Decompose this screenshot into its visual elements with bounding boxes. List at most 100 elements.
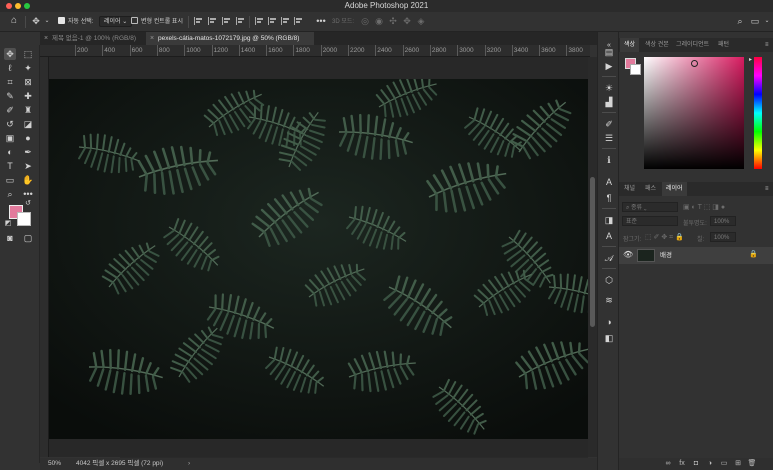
more-options-icon[interactable]: ••• [316, 16, 326, 26]
paragraph-icon[interactable]: ¶ [603, 192, 615, 204]
swap-colors-icon[interactable]: ↺ [24, 200, 32, 208]
healing-brush-tool-icon[interactable]: ✚ [22, 90, 34, 102]
minimize-window-button[interactable] [15, 3, 21, 9]
tab-paths[interactable]: 패스 [641, 182, 660, 196]
scrollbar-thumb[interactable] [590, 177, 595, 327]
hand-tool-icon[interactable]: ✋ [22, 174, 34, 186]
panel-menu-icon[interactable]: ≡ [761, 38, 773, 52]
adjustment-layer-icon[interactable]: ◑ [705, 459, 715, 469]
search-icon[interactable]: ⌕ [735, 16, 745, 26]
move-tool-icon[interactable]: ✥ [4, 48, 16, 60]
color-picker-ring[interactable] [691, 60, 698, 67]
eyedropper-tool-icon[interactable]: ✎ [4, 90, 16, 102]
quick-mask-icon[interactable]: ◙ [4, 232, 16, 244]
background-color-swatch[interactable] [630, 64, 641, 75]
blend-mode-dropdown[interactable]: 표준 [622, 216, 678, 226]
status-menu-icon[interactable]: › [188, 458, 190, 470]
tab-layers[interactable]: 레이어 [662, 182, 687, 196]
brush-settings-icon[interactable]: ✐ [603, 118, 615, 130]
pen-tool-icon[interactable]: ✒ [22, 146, 34, 158]
hue-slider-handle[interactable]: ▸ [749, 56, 752, 63]
close-tab-icon[interactable]: × [44, 32, 48, 45]
screen-mode-icon[interactable]: ▢ [22, 232, 34, 244]
transform-controls-checkbox[interactable]: 변형 컨트롤 표시 [131, 15, 183, 29]
chevron-down-icon[interactable]: ⌄ [42, 16, 52, 26]
properties-icon[interactable]: ☰ [603, 132, 615, 144]
tab-color[interactable]: 색상 [620, 38, 640, 52]
fx-icon[interactable]: fx [677, 459, 687, 469]
opacity-field[interactable]: 100% [710, 216, 736, 226]
layer-filter-dropdown[interactable]: ⌕ 종류 ⌄ [622, 202, 678, 212]
rectangle-tool-icon[interactable]: ▭ [4, 174, 16, 186]
zoom-tool-icon[interactable]: ⌕ [4, 188, 16, 200]
tab-patterns[interactable]: 패턴 [714, 38, 733, 52]
link-layers-icon[interactable]: ∞ [663, 459, 673, 469]
channels-mini-icon[interactable]: ≋ [603, 294, 615, 306]
adjustments-icon[interactable]: ☀ [603, 82, 615, 94]
character-icon[interactable]: A [603, 176, 615, 188]
path-selection-tool-icon[interactable]: ➤ [22, 160, 34, 172]
lock-icon[interactable]: 🔒 [749, 250, 759, 260]
3d-icon[interactable]: ⬡ [603, 274, 615, 286]
fill-field[interactable]: 100% [710, 232, 736, 242]
type-tool-icon[interactable]: T [4, 160, 16, 172]
layer-row-background[interactable]: 👁 배경 🔒 [619, 247, 773, 264]
align-right-icon[interactable] [222, 17, 230, 25]
add-mask-icon[interactable]: ◘ [691, 459, 701, 469]
trash-icon[interactable]: 🗑 [747, 459, 757, 469]
zoom-level[interactable]: 50% [48, 458, 61, 470]
tab-swatches[interactable]: 색상 견본 [641, 38, 673, 52]
chevron-down-icon[interactable]: ⌄ [762, 16, 772, 26]
close-window-button[interactable] [6, 3, 12, 9]
paragraph-styles-icon[interactable]: 𝒜 [603, 252, 615, 264]
workspace-icon[interactable]: ▭ [750, 16, 760, 26]
marquee-tool-icon[interactable]: ⬚ [22, 48, 34, 60]
navigator-icon[interactable]: ◧ [603, 332, 615, 344]
auto-select-target-dropdown[interactable]: 레이어 ⌄ [99, 15, 133, 29]
history-brush-tool-icon[interactable]: ↺ [4, 118, 16, 130]
clone-stamp-tool-icon[interactable]: ♜ [22, 104, 34, 116]
libraries-icon[interactable]: ◨ [603, 214, 615, 226]
vertical-scrollbar[interactable] [588, 57, 597, 457]
eraser-tool-icon[interactable]: ◪ [22, 118, 34, 130]
distribute-left-icon[interactable] [294, 17, 302, 25]
lasso-tool-icon[interactable]: ℓ [4, 62, 16, 74]
blur-tool-icon[interactable]: ● [22, 132, 34, 144]
move-tool-icon[interactable]: ✥ [31, 16, 41, 26]
frame-tool-icon[interactable]: ⊠ [22, 76, 34, 88]
actions-play-icon[interactable]: ▶ [603, 60, 615, 72]
edit-toolbar-icon[interactable]: ••• [22, 188, 34, 200]
align-top-icon[interactable] [236, 17, 244, 25]
tab-pexels-image[interactable]: × pexels-cátia-matos-1072179.jpg @ 50% (… [146, 32, 314, 45]
layer-name[interactable]: 배경 [660, 247, 672, 264]
align-left-icon[interactable] [194, 17, 202, 25]
default-colors-icon[interactable]: ◩ [4, 220, 12, 228]
distribute-middle-icon[interactable] [268, 17, 276, 25]
distribute-top-icon[interactable] [255, 17, 263, 25]
canvas[interactable] [49, 57, 588, 457]
magic-wand-tool-icon[interactable]: ✦ [22, 62, 34, 74]
new-layer-icon[interactable]: ⊞ [733, 459, 743, 469]
align-center-icon[interactable] [208, 17, 216, 25]
eye-icon[interactable]: 👁 [623, 250, 633, 260]
distribute-bottom-icon[interactable] [281, 17, 289, 25]
tab-untitled[interactable]: × 제목 없음-1 @ 100% (RGB/8) [40, 32, 146, 45]
panel-menu-icon[interactable]: ≡ [761, 182, 773, 196]
character-styles-icon[interactable]: A [603, 230, 615, 242]
glyphs-icon[interactable]: ℹ [603, 154, 615, 166]
history-icon[interactable]: ▤ [603, 46, 615, 58]
auto-select-checkbox[interactable]: 자동 선택: [58, 15, 93, 29]
gradient-tool-icon[interactable]: ▣ [4, 132, 16, 144]
crop-tool-icon[interactable]: ⌗ [4, 76, 16, 88]
tab-gradients[interactable]: 그레이디언트 [672, 38, 713, 52]
dodge-tool-icon[interactable]: ◐ [4, 146, 16, 158]
tab-channels[interactable]: 채널 [620, 182, 639, 196]
background-color-swatch[interactable] [17, 212, 31, 226]
brush-tool-icon[interactable]: ✐ [4, 104, 16, 116]
maximize-window-button[interactable] [24, 3, 30, 9]
new-group-icon[interactable]: ▭ [719, 459, 729, 469]
histogram-icon[interactable]: ▟ [603, 96, 615, 108]
color-spectrum[interactable] [644, 57, 744, 169]
home-icon[interactable]: ⌂ [9, 16, 19, 26]
close-tab-icon[interactable]: × [150, 32, 154, 45]
